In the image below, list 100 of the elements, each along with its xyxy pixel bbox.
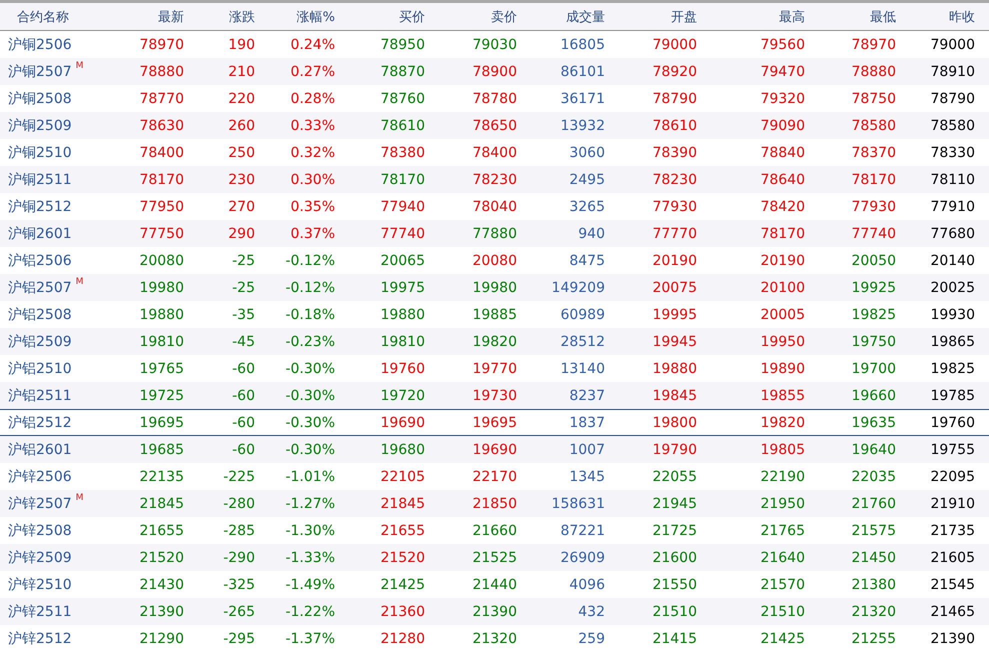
table-cell-text: -60 [231, 388, 255, 404]
table-cell-text: 19805 [759, 442, 805, 458]
table-cell-text: -0.12% [284, 252, 335, 268]
table-cell-text: 0.27% [290, 64, 335, 80]
table-cell-text: 78170 [138, 172, 184, 188]
table-cell-text: -25 [231, 252, 255, 268]
column-header[interactable]: 开盘 [605, 8, 697, 26]
contract-name: 沪锌2507 [8, 494, 72, 512]
table-cell-text: 19760 [929, 414, 975, 430]
table-cell-text: -280 [222, 496, 255, 512]
table-cell-text: 0.30% [290, 172, 335, 188]
table-cell-text: 250 [227, 144, 255, 160]
table-cell-text: 19690 [471, 442, 517, 458]
table-cell-text: 19700 [850, 360, 896, 376]
table-cell-text: 149209 [550, 280, 605, 296]
table-cell-text: 21520 [138, 550, 184, 566]
column-header[interactable]: 昨收 [896, 8, 975, 26]
column-header[interactable]: 最低 [805, 8, 896, 26]
table-row[interactable]: 沪铜2509 78630 260 0.33% 78610 78650 13932 78610 79090 78580 78580 [0, 112, 989, 139]
table-cell-text: 190 [227, 36, 255, 52]
table-cell-text: 13140 [559, 360, 605, 376]
contract-name: 沪铜2512 [8, 198, 72, 216]
table-cell-text: 19680 [379, 442, 425, 458]
table-row[interactable]: 沪铜2601 77750 290 0.37% 77740 77880 940 77770 78170 77740 77680 [0, 220, 989, 247]
table-cell-text: 78170 [759, 226, 805, 242]
table-cell-text: 79000 [929, 36, 975, 52]
table-cell-text: 78420 [759, 198, 805, 214]
table-cell-text: 21950 [759, 496, 805, 512]
table-cell-text: 20100 [759, 280, 805, 296]
column-header[interactable]: 买价 [335, 8, 425, 26]
table-cell-text: 20065 [379, 252, 425, 268]
table-row[interactable]: 沪锌2507 M 21845 -280 -1.27% 21845 21850 158631 21945 21950 21760 21910 [0, 490, 989, 517]
contract-name: 沪铝2510 [8, 360, 72, 378]
column-header[interactable]: 最高 [697, 8, 805, 26]
table-cell-text: 78580 [850, 118, 896, 134]
table-cell-text: 21845 [138, 496, 184, 512]
contract-name: 沪铜2601 [8, 224, 72, 242]
contract-name: 沪锌2509 [8, 548, 72, 566]
table-row[interactable]: 沪铜2511 78170 230 0.30% 78170 78230 2495 78230 78640 78170 78110 [0, 166, 989, 193]
table-cell-text: 210 [227, 64, 255, 80]
table-cell-text: 21725 [651, 522, 697, 538]
table-cell-text: -1.01% [284, 468, 335, 484]
table-cell-text: 78040 [471, 198, 517, 214]
table-cell-text: 21390 [138, 604, 184, 620]
table-row[interactable]: 沪锌2511 21390 -265 -1.22% 21360 21390 432 21510 21510 21320 21465 [0, 598, 989, 625]
table-cell-text: 78400 [138, 144, 184, 160]
column-header[interactable]: 涨幅% [255, 8, 335, 26]
table-cell-text: 79090 [759, 118, 805, 134]
table-cell-text: 19695 [138, 414, 184, 430]
column-header[interactable]: 成交量 [517, 8, 605, 26]
table-row[interactable]: 沪锌2509 21520 -290 -1.33% 21520 21525 26909 21600 21640 21450 21605 [0, 544, 989, 571]
table-cell-text: 78400 [471, 144, 517, 160]
table-row[interactable]: 沪铝2509 19810 -45 -0.23% 19810 19820 28512 19945 19950 19750 19865 [0, 328, 989, 355]
column-header[interactable]: 涨跌 [184, 8, 255, 26]
table-cell-text: 19640 [850, 442, 896, 458]
column-header[interactable]: 卖价 [425, 8, 517, 26]
table-row[interactable]: 沪铝2511 19725 -60 -0.30% 19720 19730 8237 19845 19855 19660 19785 [0, 382, 989, 409]
table-cell-text: 78230 [651, 172, 697, 188]
table-cell-text: 26909 [559, 550, 605, 566]
table-cell-text: 1837 [568, 414, 605, 430]
table-cell-text: 78760 [379, 90, 425, 106]
column-header[interactable]: 最新 [125, 8, 184, 26]
table-cell-text: -1.22% [284, 604, 335, 620]
table-cell-text: 19925 [850, 280, 896, 296]
table-row[interactable]: 沪铝2512 19695 -60 -0.30% 19690 19695 1837 19800 19820 19635 19760 [0, 409, 989, 436]
table-row[interactable]: 沪铝2507 M 19980 -25 -0.12% 19975 19980 149209 20075 20100 19925 20025 [0, 274, 989, 301]
table-cell-text: 21640 [759, 550, 805, 566]
table-cell-text: 78630 [138, 118, 184, 134]
table-cell-text: 21290 [138, 630, 184, 646]
table-cell-text: 21520 [379, 550, 425, 566]
table-cell-text: 21390 [929, 630, 975, 646]
table-cell-text: 19725 [138, 388, 184, 404]
table-cell-text: 78230 [471, 172, 517, 188]
table-cell-text: -1.37% [284, 630, 335, 646]
table-cell-text: 20050 [850, 252, 896, 268]
table-cell-text: -0.30% [284, 388, 335, 404]
table-cell-text: -225 [222, 468, 255, 484]
table-cell-text: 77880 [471, 226, 517, 242]
table-cell-text: -325 [222, 576, 255, 592]
table-cell-text: 19785 [929, 388, 975, 404]
table-row[interactable]: 沪铜2507 M 78880 210 0.27% 78870 78900 86101 78920 79470 78880 78910 [0, 58, 989, 85]
table-cell-text: 19760 [379, 360, 425, 376]
table-cell-text: 1345 [568, 468, 605, 484]
table-cell-text: 19930 [929, 306, 975, 322]
table-row[interactable]: 沪铝2601 19685 -60 -0.30% 19680 19690 1007 19790 19805 19640 19755 [0, 436, 989, 463]
table-cell-text: 78950 [379, 36, 425, 52]
table-cell-text: 21465 [929, 604, 975, 620]
table-cell-text: 0.32% [290, 144, 335, 160]
table-cell-text: 78970 [138, 36, 184, 52]
contract-name: 沪铝2509 [8, 332, 72, 350]
table-cell-text: -1.49% [284, 576, 335, 592]
contract-name: 沪锌2508 [8, 522, 72, 540]
table-cell-text: 19765 [138, 360, 184, 376]
column-header[interactable]: 合约名称 [0, 8, 125, 26]
table-cell-text: 20190 [651, 252, 697, 268]
table-cell-text: 78170 [850, 172, 896, 188]
table-cell-text: -295 [222, 630, 255, 646]
table-cell-text: 3265 [568, 198, 605, 214]
table-cell-text: -60 [231, 442, 255, 458]
main-contract-label: M [76, 492, 84, 502]
